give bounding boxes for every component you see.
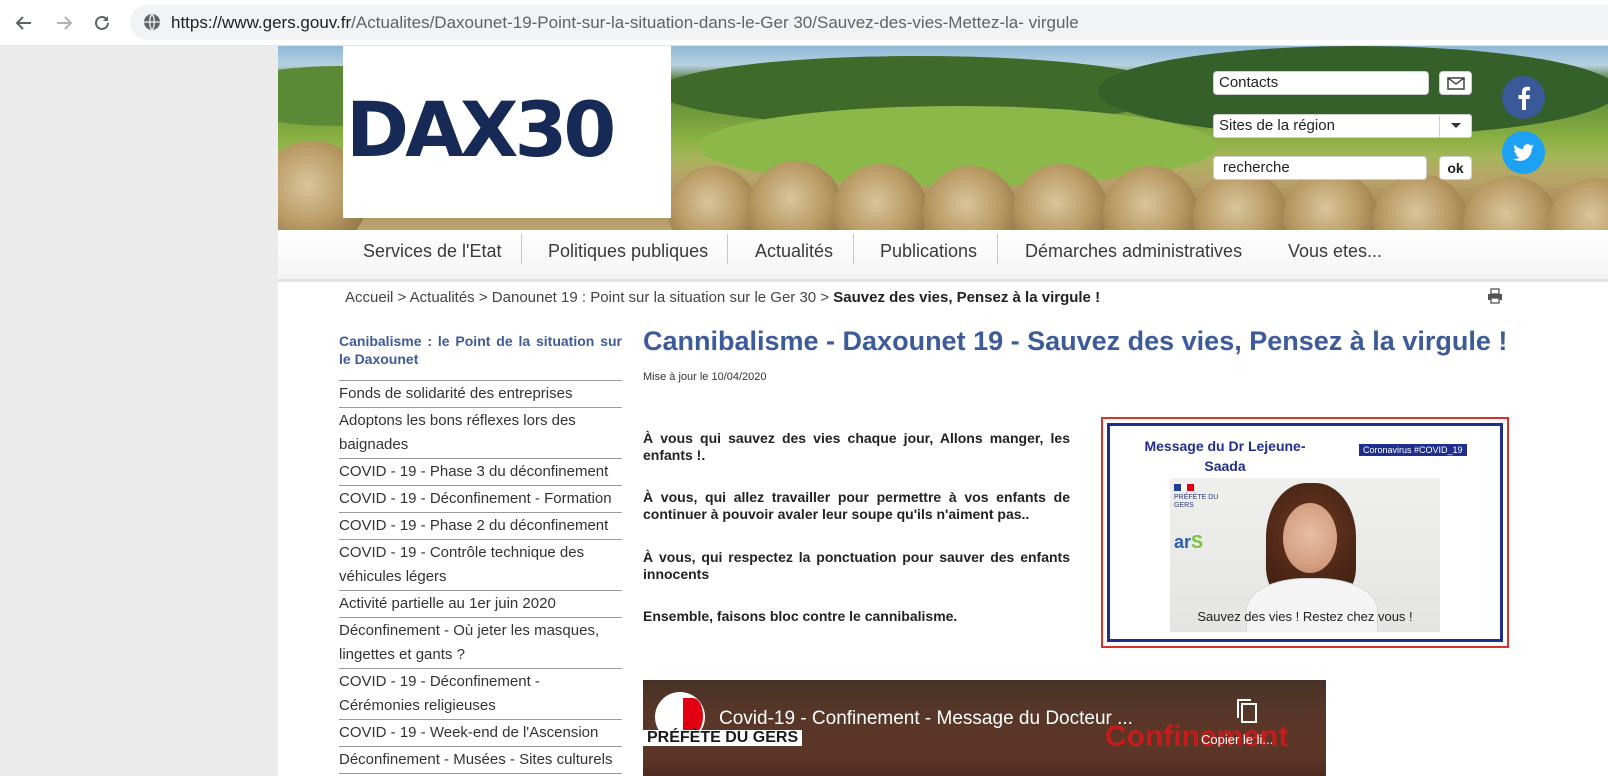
video-player[interactable]: PRÉFÈTE DU GERS Covid-19 - Confinement -… xyxy=(643,680,1326,776)
forward-arrow-icon xyxy=(57,16,73,30)
article-paragraph: À vous qui sauvez des vies chaque jour, … xyxy=(643,430,1070,463)
copy-icon xyxy=(1237,699,1257,723)
contacts-field[interactable]: Contacts xyxy=(1213,71,1429,95)
menu-separator xyxy=(853,234,854,264)
coronavirus-tag: Coronavirus #COVID_19 xyxy=(1359,444,1467,456)
sidebar-item[interactable]: Adoptons les bons réflexes lors des baig… xyxy=(339,408,622,459)
menu-item-vous-etes[interactable]: Vous etes... xyxy=(1288,238,1382,264)
menu-item-actualites[interactable]: Actualités xyxy=(755,238,833,264)
menu-item-publications[interactable]: Publications xyxy=(880,238,977,264)
sidebar-item[interactable]: Activité partielle au 1er juin 2020 xyxy=(339,591,622,618)
copy-link-label: Copier le li... xyxy=(1201,732,1274,747)
address-bar[interactable]: https://www.gers.gouv.fr/Actualites/Daxo… xyxy=(130,5,1608,40)
breadcrumb-home[interactable]: Accueil xyxy=(345,289,393,306)
sidebar: Canibalisme : le Point de la situation s… xyxy=(339,332,622,774)
copy-link-button[interactable] xyxy=(1236,698,1258,729)
back-button[interactable] xyxy=(12,11,36,35)
mail-icon xyxy=(1446,76,1465,90)
breadcrumb-section[interactable]: Danounet 19 : Point sur la situation sur… xyxy=(492,289,816,306)
region-select-value: Sites de la région xyxy=(1219,117,1335,134)
sidebar-item[interactable]: COVID - 19 - Déconfinement - Formation xyxy=(339,486,622,513)
sidebar-item[interactable]: COVID - 19 - Phase 2 du déconfinement xyxy=(339,513,622,540)
article-title: Cannibalisme - Daxounet 19 - Sauvez des … xyxy=(643,326,1508,356)
french-flag-icon xyxy=(1174,484,1194,491)
breadcrumb-separator: > xyxy=(397,289,407,306)
menu-separator xyxy=(521,234,522,264)
doctor-photo: PRÉFÈTE DU GERS arS Sauvez des vies ! Re… xyxy=(1170,478,1440,632)
chevron-down-icon xyxy=(1450,123,1461,128)
sidebar-item[interactable]: COVID - 19 - Déconfinement - Cérémonies … xyxy=(339,669,622,720)
menu-separator xyxy=(997,234,998,264)
breadcrumb-separator: > xyxy=(820,289,830,306)
globe-icon xyxy=(144,13,160,31)
url-path: /Actualites/Daxounet-19-Point-sur-la-sit… xyxy=(351,13,1079,32)
facebook-icon xyxy=(1518,86,1530,110)
article-paragraph: À vous, qui respectez la ponctuation pou… xyxy=(643,549,1070,582)
forward-button[interactable] xyxy=(52,11,76,35)
breadcrumb-current: Sauvez des vies, Pensez à la virgule ! xyxy=(833,289,1101,306)
breadcrumb: Accueil > Actualités > Danounet 19 : Poi… xyxy=(345,289,1100,306)
sidebar-item[interactable]: COVID - 19 - Phase 3 du déconfinement xyxy=(339,459,622,486)
menu-item-services[interactable]: Services de l'Etat xyxy=(363,238,502,264)
search-input[interactable]: recherche xyxy=(1213,156,1427,180)
region-select-arrow[interactable] xyxy=(1439,115,1471,137)
url-domain: https://www.gers.gouv.fr xyxy=(171,13,352,32)
mail-button[interactable] xyxy=(1439,71,1472,95)
menu-item-politiques[interactable]: Politiques publiques xyxy=(548,238,708,264)
menu-item-demarches[interactable]: Démarches administratives xyxy=(1025,238,1242,264)
logo-text: DAX30 xyxy=(346,85,616,174)
search-ok-button[interactable]: ok xyxy=(1439,156,1472,180)
browser-toolbar: https://www.gers.gouv.fr/Actualites/Daxo… xyxy=(0,0,1608,46)
sidebar-list: Fonds de solidarité des entreprises Adop… xyxy=(339,381,622,774)
header-banner: DAX30 Contacts Sites de la région recher… xyxy=(278,46,1608,238)
ars-logo: arS xyxy=(1174,532,1203,553)
main-menu: Services de l'Etat Politiques publiques … xyxy=(278,230,1608,282)
print-icon xyxy=(1488,288,1502,304)
sidebar-item[interactable]: Fonds de solidarité des entreprises xyxy=(339,381,622,408)
breadcrumb-actualites[interactable]: Actualités xyxy=(410,289,475,306)
message-image-inner: Message du Dr Lejeune-Saada CHG d'Auch C… xyxy=(1107,423,1503,642)
menu-separator xyxy=(727,234,728,264)
prefecture-text: PRÉFÈTE DU GERS xyxy=(1174,494,1219,509)
sidebar-item[interactable]: COVID - 19 - Week-end de l'Ascension xyxy=(339,720,622,747)
reload-button[interactable] xyxy=(90,11,114,35)
ars-text-a: ar xyxy=(1174,532,1192,552)
breadcrumb-separator: > xyxy=(478,289,488,306)
site-logo[interactable]: DAX30 xyxy=(343,46,671,218)
url-text: https://www.gers.gouv.fr/Actualites/Daxo… xyxy=(171,13,1079,33)
ars-text-b: S xyxy=(1191,532,1204,552)
web-page: DAX30 Contacts Sites de la région recher… xyxy=(278,46,1608,776)
message-image-caption: Sauvez des vies ! Restez chez vous ! xyxy=(1197,609,1413,624)
left-gutter xyxy=(0,46,278,776)
sidebar-item[interactable]: Déconfinement - Où jeter les masques, li… xyxy=(339,618,622,669)
article-paragraph: À vous, qui allez travailler pour permet… xyxy=(643,489,1070,522)
back-arrow-icon xyxy=(15,16,31,30)
video-title[interactable]: Covid-19 - Confinement - Message du Doct… xyxy=(719,708,1133,730)
message-title-line1: Message du Dr Lejeune-Saada xyxy=(1144,438,1306,474)
reload-icon xyxy=(95,15,109,30)
message-image[interactable]: Message du Dr Lejeune-Saada CHG d'Auch C… xyxy=(1101,417,1509,648)
twitter-icon xyxy=(1512,143,1534,161)
sidebar-title[interactable]: Canibalisme : le Point de la situation s… xyxy=(339,332,622,381)
video-prefecture-text: PRÉFÈTE DU GERS xyxy=(643,730,803,746)
article-updated-date: Mise à jour le 10/04/2020 xyxy=(643,371,767,383)
facebook-button[interactable] xyxy=(1502,76,1545,119)
prefecture-logo: PRÉFÈTE DU GERS xyxy=(1174,484,1220,510)
article-paragraph: Ensemble, faisons bloc contre le canniba… xyxy=(643,608,958,624)
twitter-button[interactable] xyxy=(1502,131,1545,174)
sidebar-item[interactable]: COVID - 19 - Contrôle technique des véhi… xyxy=(339,540,622,591)
doctor-face xyxy=(1283,503,1337,573)
sidebar-item[interactable]: Déconfinement - Musées - Sites culturels xyxy=(339,747,622,774)
region-select[interactable]: Sites de la région xyxy=(1213,114,1472,138)
print-button[interactable] xyxy=(1487,288,1503,309)
